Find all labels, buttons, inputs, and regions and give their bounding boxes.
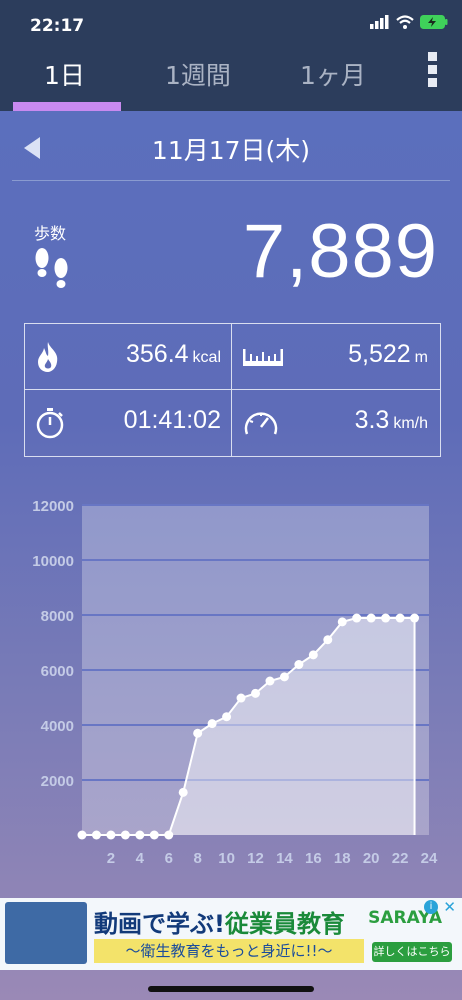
calories-unit: kcal [192,349,221,366]
tab-week[interactable]: 1週間 [165,56,231,92]
x-tick-label: 16 [305,850,322,867]
current-date: 11月17日(木) [151,136,311,165]
calories-value: 356.4 [125,340,189,368]
x-tick-label: 18 [334,850,351,867]
data-point [77,830,87,840]
ad-subtitle: 〜衛生教育をもっと身近に!!〜 [94,939,364,963]
ad-title: 動画で学ぶ!従業員教育 [94,910,345,938]
calories-cell: 356.4 kcal [25,324,231,389]
y-tick-label: 4000 [41,718,74,735]
data-point [251,688,260,698]
battery-charging-icon [420,15,448,29]
steps-label: 歩数 [34,224,67,243]
distance-unit: m [414,349,428,366]
divider [12,180,450,181]
data-point [236,693,246,703]
data-point [323,635,333,645]
speed-cell: 3.3 km/h [232,390,438,455]
ad-close-icon[interactable]: ✕ [443,898,456,916]
steps-chart: 200040006000800010000120002 4 6 8 10 12 14 16 18… [32,498,438,867]
data-point [337,617,347,627]
x-tick-label: 2 [107,850,115,867]
step-count: 7,889 [242,209,438,294]
status-icons [370,15,448,29]
y-tick-label: 10000 [32,553,74,570]
data-point [265,676,275,686]
data-point [381,613,391,623]
data-point [149,830,159,840]
more-menu-icon[interactable] [428,52,440,91]
duration-cell: 01:41:02 [25,390,231,455]
ruler-icon [243,349,283,366]
stopwatch-icon [36,408,64,439]
y-tick-label: 2000 [41,773,74,790]
ad-info-icon[interactable]: i [424,900,438,914]
data-point [279,672,289,682]
tab-month[interactable]: 1ヶ月 [300,56,366,92]
wifi-icon [396,15,414,29]
ad-banner[interactable]: 動画で学ぶ!従業員教育 SARAYA 〜衛生教育をもっと身近に!!〜 詳しくはこ… [0,898,462,970]
data-point [222,712,232,722]
data-point [135,830,145,840]
distance-cell: 5,522 m [232,324,438,389]
data-point [207,719,217,729]
flame-icon [38,342,58,372]
active-tab-indicator [13,102,121,111]
stats-grid: 356.4 kcal 5,522 m 01:41:02 3.3 km/h [24,323,441,457]
y-tick-label: 8000 [41,608,74,625]
x-tick-label: 8 [193,850,201,867]
data-point [178,787,188,797]
data-point [120,830,130,840]
x-tick-label: 12 [247,850,264,867]
x-tick-label: 4 [136,850,145,867]
data-point [164,830,174,840]
x-tick-label: 20 [363,850,380,867]
data-point [410,613,420,623]
status-time: 22:17 [30,16,85,36]
x-tick-label: 24 [421,850,438,867]
x-tick-label: 6 [165,850,173,867]
header-bar: 22:17 1日 1週間 1ヶ月 [0,0,462,111]
speed-unit: km/h [393,415,428,432]
date-navigator: 11月17日(木) [0,125,462,173]
speedometer-icon [244,412,278,435]
ad-cta-button[interactable]: 詳しくはこちら [372,942,452,962]
signal-icon [370,15,389,29]
duration-value: 01:41:02 [123,406,221,434]
data-point [308,650,318,660]
x-tick-label: 22 [392,850,409,867]
data-point [352,613,362,623]
speed-value: 3.3 [354,406,390,434]
y-tick-label: 12000 [32,498,74,515]
x-tick-label: 10 [218,850,235,867]
data-point [395,613,405,623]
y-tick-label: 6000 [41,663,74,680]
ad-image [5,902,87,964]
home-indicator [148,986,314,992]
data-point [106,830,116,840]
x-tick-label: 14 [276,850,293,867]
data-point [193,728,203,738]
data-point [366,613,376,623]
distance-value: 5,522 [348,340,411,368]
data-point [91,830,101,840]
data-point [294,660,304,669]
tab-day[interactable]: 1日 [44,56,85,92]
footprints-icon [35,248,68,288]
